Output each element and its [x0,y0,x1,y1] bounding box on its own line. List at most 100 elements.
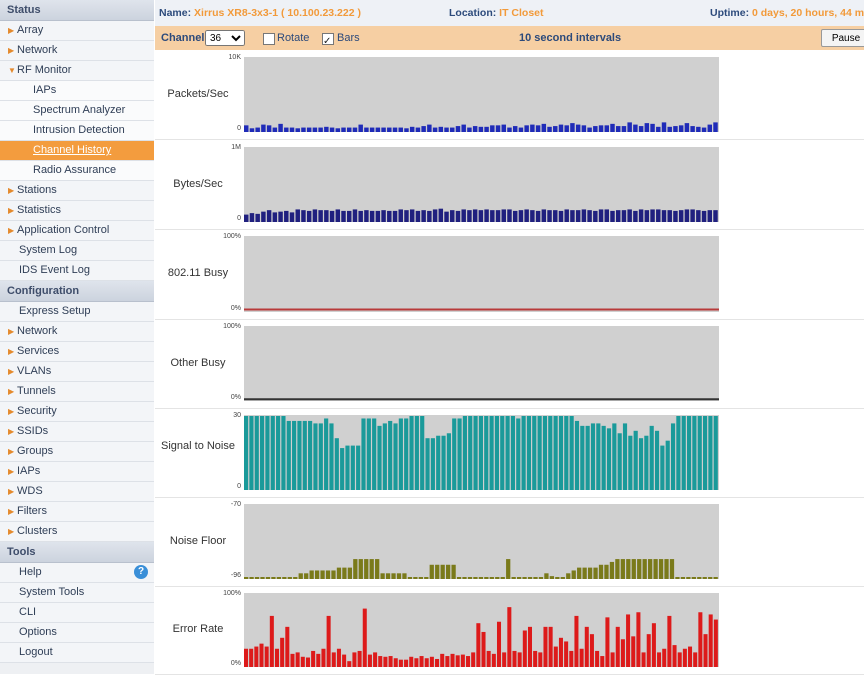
help-icon[interactable]: ? [134,565,148,579]
bar [446,433,451,490]
sidebar-item-iaps[interactable]: ▶ IAPs [0,462,154,482]
bar [653,559,658,579]
sidebar-section-status[interactable]: Status [0,0,154,21]
sidebar-item-intrusion-detection[interactable]: Intrusion Detection [0,121,154,141]
bar [489,577,494,579]
sidebar-item-system-tools[interactable]: System Tools [0,583,154,603]
sidebar-item-ssids[interactable]: ▶ SSIDs [0,422,154,442]
y-tick-max: 100% [223,323,241,330]
sidebar-section-tools[interactable]: Tools [0,542,154,563]
bar [696,126,701,132]
sidebar-item-security[interactable]: ▶ Security [0,402,154,422]
sidebar-item-array[interactable]: ▶ Array [0,21,154,41]
bar [516,418,521,490]
bar [610,210,615,222]
bar [413,577,418,579]
bar [329,127,335,132]
bar [527,626,532,667]
ip-value: ( 10.100.23.222 ) [281,7,361,19]
bar [575,210,581,222]
sidebar-item-clusters[interactable]: ▶ Clusters [0,522,154,542]
sidebar-item-iaps[interactable]: IAPs [0,81,154,101]
bar [312,127,318,132]
chevron-right-icon: ▶ [8,186,15,195]
bar [350,445,355,490]
bars-checkbox[interactable] [322,30,334,54]
bar [336,648,341,667]
rotate-checkbox[interactable] [263,33,275,45]
bar [421,126,426,132]
y-tick-min: 0 [237,483,241,490]
sidebar-item-express-setup[interactable]: Express Setup [0,302,154,322]
bar [364,559,369,579]
bar [325,570,331,579]
bar [276,577,282,579]
bar [398,209,403,222]
bar [518,210,524,222]
bar [467,577,473,579]
chevron-right-icon: ▶ [8,367,15,376]
sidebar-item-filters[interactable]: ▶ Filters [0,502,154,522]
bar [298,573,303,579]
sidebar-item-channel-history[interactable]: Channel History [0,141,154,161]
pause-button[interactable]: Pause [821,29,864,47]
device-location: Location: IT Closet [449,0,544,26]
bar [660,445,665,490]
bar [596,423,601,490]
sidebar-item-stations[interactable]: ▶ Stations [0,181,154,201]
bar [478,416,483,490]
chart-row-bytes-sec: Bytes/Sec 1M 0 [155,140,864,230]
sidebar-item-wds[interactable]: ▶ WDS [0,482,154,502]
sidebar-item-logout[interactable]: Logout [0,643,154,663]
bar [522,577,527,579]
sidebar-item-groups[interactable]: ▶ Groups [0,442,154,462]
sidebar-item-options[interactable]: Options [0,623,154,643]
bar [407,577,413,579]
channel-select[interactable]: 36 [205,30,245,46]
bar [409,656,414,667]
y-tick-max: 100% [223,590,241,597]
bar [342,654,347,667]
sidebar-section-configuration[interactable]: Configuration [0,281,154,302]
bar [362,608,367,667]
sidebar-item-help[interactable]: Help? [0,563,154,583]
bar [517,652,522,667]
sidebar-item-tunnels[interactable]: ▶ Tunnels [0,382,154,402]
bar [507,127,512,132]
bar [670,423,676,490]
bar [542,416,548,490]
bar [644,123,650,132]
bar [466,656,471,667]
bar [686,416,692,490]
sidebar-item-vlans[interactable]: ▶ VLANs [0,362,154,382]
sidebar-item-spectrum-analyzer[interactable]: Spectrum Analyzer [0,101,154,121]
sidebar-item-statistics[interactable]: ▶ Statistics [0,201,154,221]
bar [409,416,414,490]
bar [675,577,680,579]
device-name: Name: Xirrus XR8-3x3-1 ( 10.100.23.222 ) [159,0,361,26]
bar [415,127,421,132]
sidebar-item-label: Clusters [17,525,58,537]
sidebar-item-application-control[interactable]: ▶ Application Control [0,221,154,241]
bar [352,209,358,222]
bar [558,637,563,667]
sidebar-item-rf-monitor[interactable]: ▼RF Monitor [0,61,154,81]
sidebar-item-services[interactable]: ▶ Services [0,342,154,362]
sidebar-item-system-log[interactable]: System Log [0,241,154,261]
bar [436,435,441,490]
y-tick-min: 0 [237,215,241,222]
bar [501,124,506,132]
bar [677,652,682,667]
sidebar-item-label: Intrusion Detection [33,124,125,136]
sidebar-item-network[interactable]: ▶ Network [0,41,154,61]
sidebar-item-cli[interactable]: CLI [0,603,154,623]
bar [402,573,407,579]
bar [587,210,592,222]
bar [432,127,438,132]
bar [414,658,419,667]
sidebar-item-network[interactable]: ▶ Network [0,322,154,342]
bar [324,126,329,132]
sidebar-item-radio-assurance[interactable]: Radio Assurance [0,161,154,181]
bar [524,125,529,132]
sidebar-item-ids-event-log[interactable]: IDS Event Log [0,261,154,281]
